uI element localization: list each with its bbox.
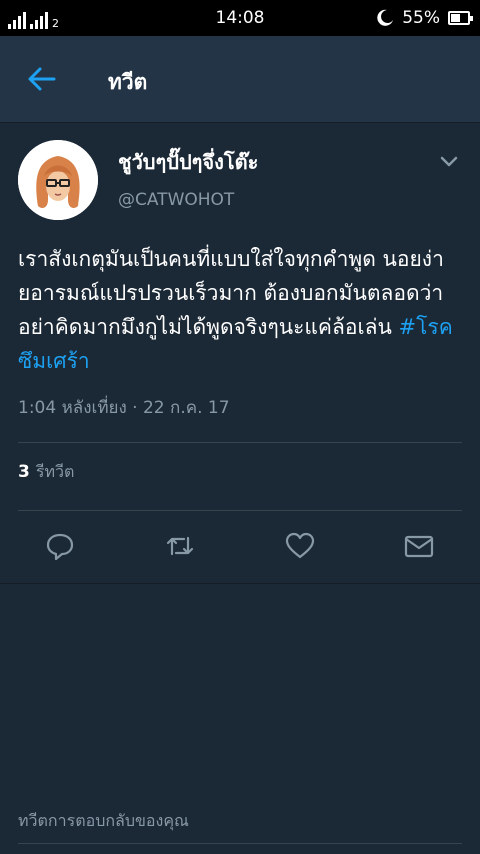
header: ทวีต xyxy=(0,36,480,123)
reply-button[interactable] xyxy=(44,530,76,562)
chevron-down-icon xyxy=(440,156,458,167)
page-title: ทวีต xyxy=(108,70,148,94)
retweet-count-label: รีทวีต xyxy=(35,462,75,481)
like-icon xyxy=(285,532,315,559)
retweet-button[interactable] xyxy=(164,530,196,562)
battery-fill xyxy=(451,14,460,22)
message-icon xyxy=(404,535,434,558)
status-right: 55% xyxy=(376,6,473,30)
status-bar: 2 14:08 55% xyxy=(0,0,480,36)
reply-input[interactable] xyxy=(18,806,462,834)
arrow-left-icon xyxy=(28,67,56,91)
retweet-count[interactable]: 3 รีทวีต xyxy=(18,460,74,485)
back-button[interactable] xyxy=(26,64,58,94)
avatar-image xyxy=(18,140,98,220)
reply-underline xyxy=(18,843,462,844)
message-button[interactable] xyxy=(403,530,435,562)
retweet-icon xyxy=(166,536,194,556)
more-options-button[interactable] xyxy=(438,152,460,170)
divider xyxy=(18,510,462,511)
avatar[interactable] xyxy=(18,140,98,220)
battery-icon xyxy=(448,11,473,25)
tweet-body: เราสังเกตุมันเป็นคนที่แบบใส่ใจทุกคำพูด น… xyxy=(18,247,444,339)
tweet-text: เราสังเกตุมันเป็นคนที่แบบใส่ใจทุกคำพูด น… xyxy=(18,242,468,378)
reply-icon xyxy=(46,533,74,561)
tweet-bottom-border xyxy=(0,583,480,584)
author-name[interactable]: ชูวับๆปั๊ปๆจึ่งโต๊ะ xyxy=(118,146,258,178)
divider xyxy=(18,442,462,443)
author-handle[interactable]: @CATWOHOT xyxy=(118,190,234,210)
retweet-count-number: 3 xyxy=(18,462,30,482)
moon-icon xyxy=(377,9,394,26)
battery-percent: 55% xyxy=(402,8,440,28)
tweet-timestamp: 1:04 หลังเที่ยง · 22 ก.ค. 17 xyxy=(18,398,230,418)
like-button[interactable] xyxy=(284,530,316,562)
